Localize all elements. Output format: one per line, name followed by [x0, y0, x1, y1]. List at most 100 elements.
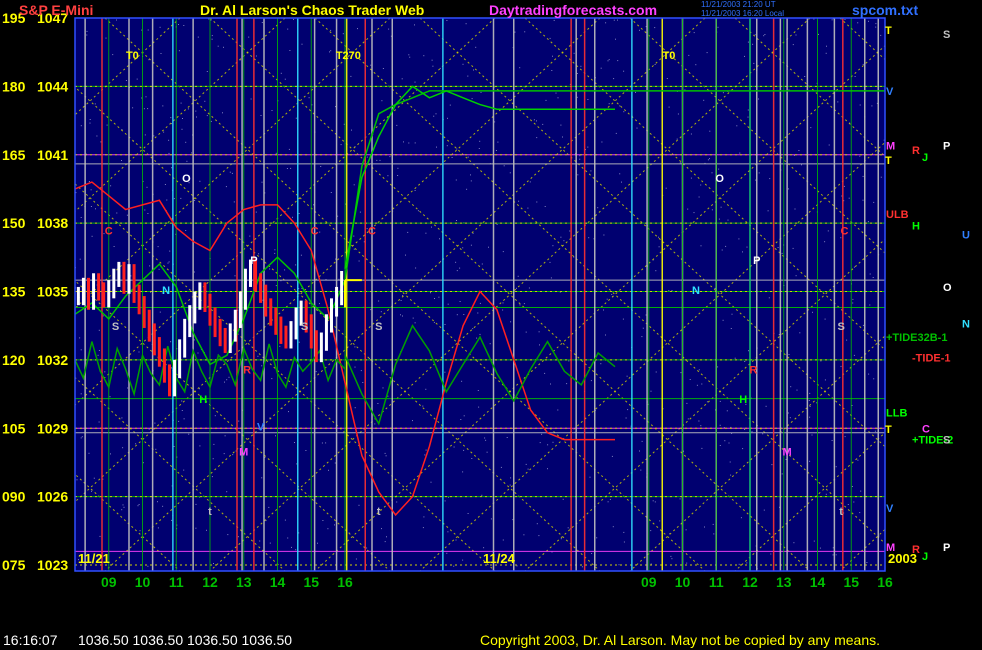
star-dot [811, 434, 813, 436]
star-dot [90, 206, 92, 207]
star-dot [606, 298, 608, 300]
star-dot [831, 19, 833, 21]
star-dot [274, 249, 276, 251]
star-dot [463, 415, 465, 417]
star-dot [752, 43, 754, 45]
side-marker-label: H [912, 220, 920, 232]
star-dot [462, 247, 464, 249]
star-dot [686, 402, 688, 404]
star-dot [178, 24, 179, 25]
star-dot [446, 20, 448, 21]
star-dot [185, 230, 187, 231]
cycle-marker-label: P [753, 255, 760, 267]
star-dot [479, 302, 481, 304]
star-dot [206, 115, 208, 117]
star-dot [615, 38, 616, 40]
star-dot [295, 264, 297, 266]
x-tick-label: 16 [337, 574, 353, 590]
star-dot [524, 31, 526, 33]
star-dot [580, 65, 582, 67]
star-dot [869, 273, 871, 275]
star-dot [668, 290, 670, 292]
star-dot [228, 376, 230, 378]
side-marker-label: S [943, 29, 950, 41]
star-dot [261, 22, 263, 23]
star-dot [417, 210, 419, 212]
star-dot [880, 34, 882, 36]
star-dot [636, 127, 638, 129]
star-dot [502, 302, 504, 304]
star-dot [76, 479, 78, 481]
star-dot [385, 455, 387, 457]
star-dot [238, 420, 240, 422]
star-dot [298, 213, 300, 214]
star-dot [844, 436, 846, 438]
star-dot [80, 393, 82, 395]
star-dot [557, 409, 559, 411]
cycle-marker-label: t [377, 506, 381, 518]
star-dot [738, 563, 740, 565]
star-dot [514, 31, 516, 33]
star-dot [444, 324, 446, 325]
star-dot [171, 519, 173, 521]
star-dot [670, 555, 672, 557]
star-dot [415, 267, 417, 269]
star-dot [527, 468, 529, 470]
star-dot [700, 245, 702, 247]
star-dot [354, 346, 356, 348]
star-dot [479, 140, 481, 142]
star-dot [577, 174, 579, 176]
star-dot [121, 509, 123, 511]
star-dot [560, 538, 562, 540]
star-dot [825, 493, 827, 495]
side-marker-label: ULB [886, 209, 909, 221]
star-dot [794, 208, 796, 210]
star-dot [627, 409, 629, 411]
star-dot [835, 466, 837, 468]
x-tick-label: 14 [810, 574, 826, 590]
side-marker-label: P [943, 141, 950, 153]
star-dot [609, 498, 611, 500]
star-dot [414, 81, 416, 83]
star-dot [478, 148, 480, 149]
star-dot [447, 531, 449, 533]
star-dot [438, 296, 440, 298]
star-dot [430, 292, 431, 294]
star-dot [711, 209, 713, 211]
star-dot [166, 199, 168, 201]
star-dot [659, 520, 661, 522]
star-dot [178, 50, 180, 52]
star-dot [747, 109, 749, 111]
star-dot [569, 230, 571, 232]
plot-area [75, 18, 885, 571]
star-dot [698, 196, 700, 198]
star-dot [650, 563, 652, 565]
star-dot [379, 159, 381, 161]
star-dot [160, 53, 162, 54]
star-dot [843, 185, 845, 187]
star-dot [147, 29, 149, 31]
star-dot [509, 484, 511, 486]
star-dot [623, 541, 625, 543]
star-dot [509, 172, 511, 174]
star-dot [353, 235, 355, 237]
star-dot [698, 369, 700, 371]
side-marker-label: J [922, 551, 928, 563]
star-dot [358, 504, 360, 506]
star-dot [721, 249, 723, 251]
star-dot [734, 357, 736, 359]
star-dot [576, 96, 578, 98]
star-dot [162, 505, 164, 507]
star-dot [366, 547, 368, 549]
star-dot [424, 454, 426, 456]
star-dot [178, 420, 180, 422]
star-dot [476, 337, 478, 339]
cycle-marker-label: N [692, 285, 700, 297]
cycle-marker-label: C [841, 226, 849, 238]
star-dot [862, 175, 864, 177]
star-dot [287, 537, 289, 539]
copyright: Copyright 2003, Dr. Al Larson. May not b… [480, 632, 881, 648]
star-dot [528, 287, 530, 289]
star-dot [467, 513, 469, 514]
star-dot [376, 159, 378, 161]
